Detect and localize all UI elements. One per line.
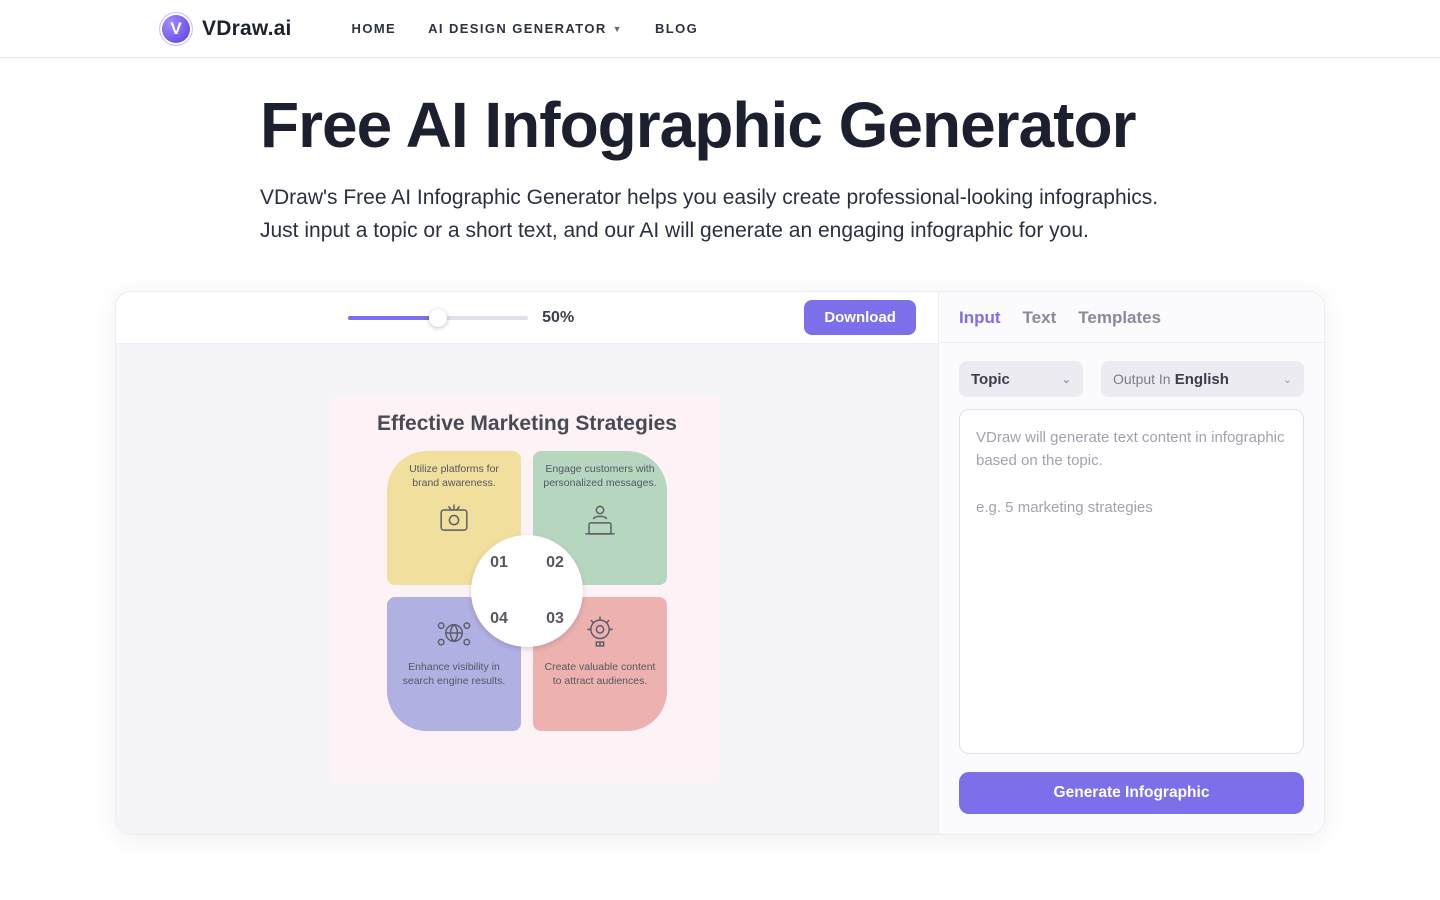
top-nav: V VDraw.ai HOME AI DESIGN GENERATOR ▼ BL… xyxy=(0,0,1440,58)
tab-input[interactable]: Input xyxy=(959,308,1001,328)
badge-icon xyxy=(432,499,476,543)
quad-1-text: Utilize platforms for brand awareness. xyxy=(397,463,511,490)
tab-templates[interactable]: Templates xyxy=(1078,308,1161,328)
quad-4-text: Enhance visibility in search engine resu… xyxy=(397,661,511,688)
panel-tabs: Input Text Templates xyxy=(939,292,1324,343)
person-laptop-icon xyxy=(578,499,622,543)
output-language-prefix: Output In xyxy=(1113,371,1171,387)
chevron-down-icon: ⌄ xyxy=(1283,373,1292,386)
quad-number-1: 01 xyxy=(471,535,527,591)
app-shell: 50% Download Effective Marketing Strateg… xyxy=(115,291,1325,835)
nav-home[interactable]: HOME xyxy=(352,21,397,36)
chevron-down-icon: ▼ xyxy=(613,24,623,34)
side-panel: Input Text Templates Topic ⌄ Output In E… xyxy=(938,292,1324,834)
brand[interactable]: V VDraw.ai xyxy=(160,13,292,45)
zoom-slider-thumb[interactable] xyxy=(429,309,447,327)
brand-name: VDraw.ai xyxy=(202,17,292,41)
download-button[interactable]: Download xyxy=(804,300,916,335)
brand-logo-icon: V xyxy=(160,13,192,45)
quad-2-text: Engage customers with personalized messa… xyxy=(543,463,657,490)
lightbulb-gear-icon xyxy=(578,611,622,655)
output-language-select[interactable]: Output In English ⌄ xyxy=(1101,361,1304,397)
page-subtitle: VDraw's Free AI Infographic Generator he… xyxy=(260,182,1180,247)
infographic-title: Effective Marketing Strategies xyxy=(353,411,701,437)
quad-3-text: Create valuable content to attract audie… xyxy=(543,661,657,688)
infographic-quadrants: Utilize platforms for brand awareness. E… xyxy=(387,451,667,731)
panel-controls: Topic ⌄ Output In English ⌄ xyxy=(939,343,1324,409)
nav-ai-design-generator[interactable]: AI DESIGN GENERATOR ▼ xyxy=(428,21,623,36)
quad-number-4: 04 xyxy=(471,591,527,647)
stage-toolbar: 50% Download xyxy=(116,292,938,344)
hero: Free AI Infographic Generator VDraw's Fr… xyxy=(0,58,1440,257)
chevron-down-icon: ⌄ xyxy=(1062,373,1071,386)
quad-number-3: 03 xyxy=(527,591,583,647)
canvas[interactable]: Effective Marketing Strategies Utilize p… xyxy=(116,344,938,834)
topic-select[interactable]: Topic ⌄ xyxy=(959,361,1083,397)
zoom-value: 50% xyxy=(542,309,574,327)
generate-button[interactable]: Generate Infographic xyxy=(959,772,1304,814)
topic-select-label: Topic xyxy=(971,371,1010,388)
tab-text[interactable]: Text xyxy=(1023,308,1057,328)
quad-numbers: 01 02 04 03 xyxy=(471,535,583,647)
zoom-slider[interactable] xyxy=(348,316,528,320)
quad-number-2: 02 xyxy=(527,535,583,591)
zoom-control: 50% xyxy=(348,309,574,327)
nav-blog[interactable]: BLOG xyxy=(655,21,698,36)
nav-generator-label: AI DESIGN GENERATOR xyxy=(428,21,607,36)
page-title: Free AI Infographic Generator xyxy=(260,88,1180,162)
canvas-stage: 50% Download Effective Marketing Strateg… xyxy=(116,292,938,834)
prompt-input[interactable]: VDraw will generate text content in info… xyxy=(959,409,1304,754)
nav-items: HOME AI DESIGN GENERATOR ▼ BLOG xyxy=(352,21,699,36)
infographic-preview: Effective Marketing Strategies Utilize p… xyxy=(333,395,721,783)
output-language-value: English xyxy=(1175,371,1229,388)
globe-network-icon xyxy=(432,611,476,655)
